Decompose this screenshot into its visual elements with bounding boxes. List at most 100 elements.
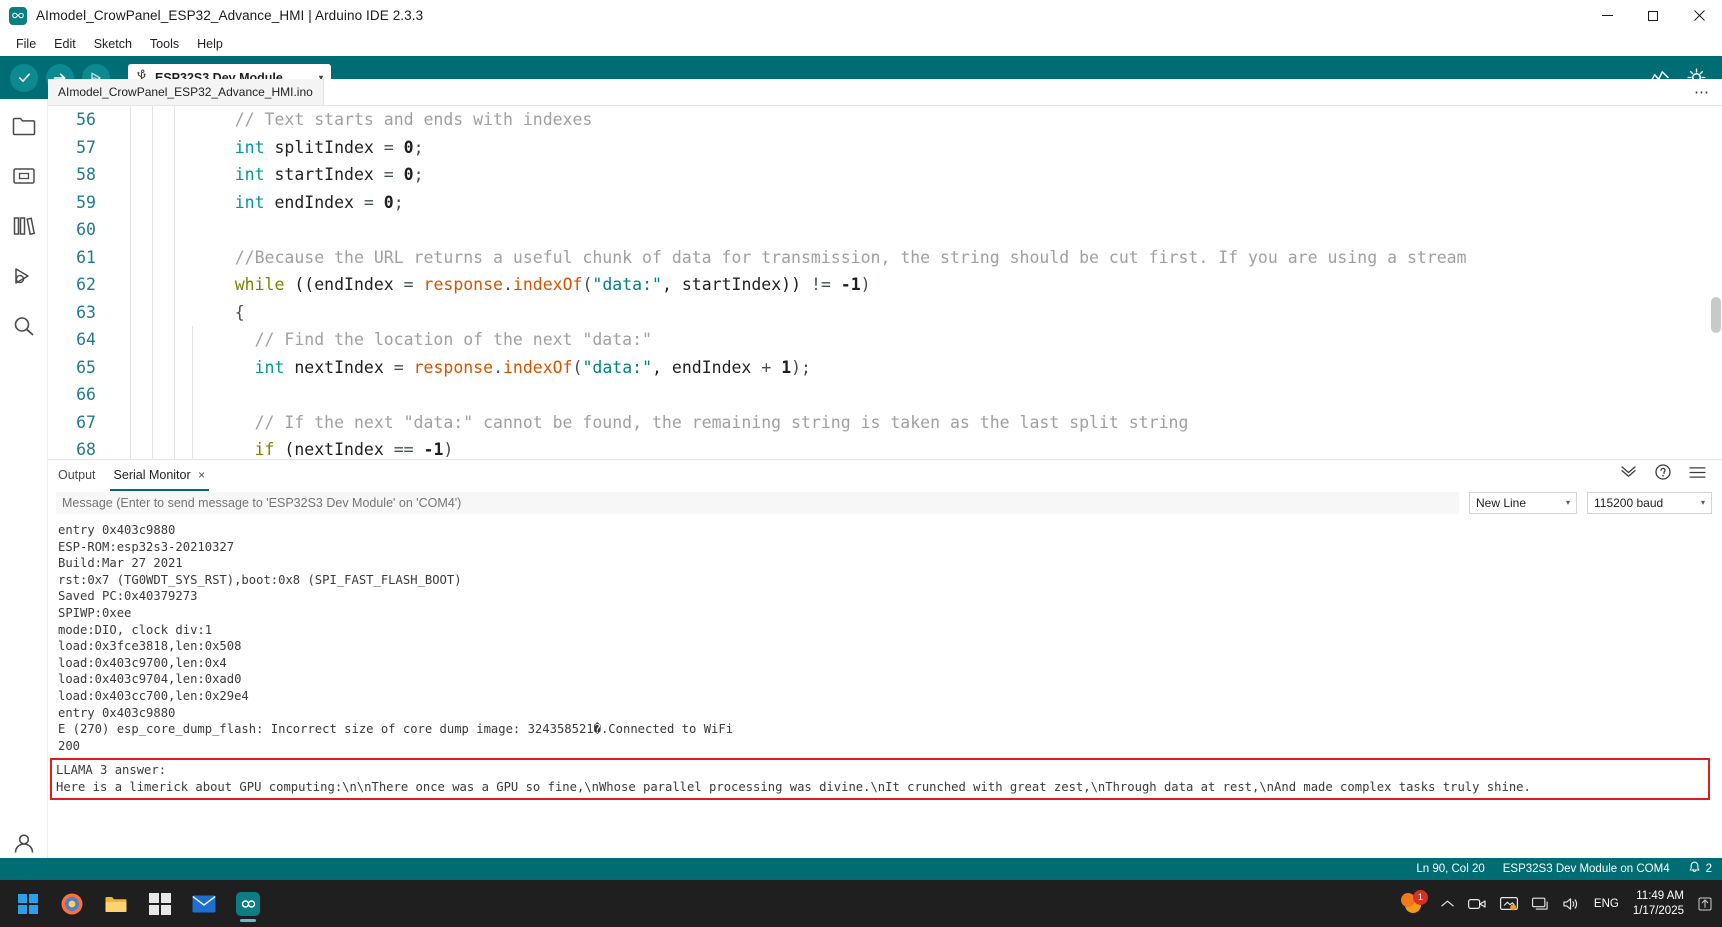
code-line[interactable]: 62 while ((endIndex = response.indexOf("… [48,271,1722,299]
chevron-down-icon: ▾ [1566,498,1570,507]
ide-status-bar: Ln 90, Col 20 ESP32S3 Dev Module on COM4… [0,858,1722,880]
line-number: 63 [48,299,110,327]
onedrive-icon[interactable] [1500,896,1518,911]
network-icon[interactable] [1532,897,1549,911]
indent-guides [110,354,195,382]
menu-item-edit[interactable]: Edit [46,34,84,54]
collapse-chevrons-icon[interactable] [1620,466,1637,484]
indent-guides [110,244,195,272]
volume-icon[interactable] [1563,897,1580,911]
console-line: load:0x403c9704,len:0xad0 [58,671,1722,688]
code-line[interactable]: 66 [48,381,1722,409]
arduino-icon [9,7,27,25]
mail-icon[interactable] [184,884,224,924]
line-number: 68 [48,436,110,459]
console-line: SPIWP:0xee [58,605,1722,622]
serial-console-output[interactable]: entry 0x403c9880ESP-ROM:esp32s3-20210327… [48,518,1722,880]
console-line: entry 0x403c9880 [58,522,1722,539]
notifications-status[interactable]: 2 [1688,861,1712,877]
help-icon[interactable] [1655,464,1671,485]
tray-notification-icon[interactable]: 1 [1401,891,1427,917]
indent-guides [110,161,195,189]
console-line: 200 [58,738,1722,755]
camera-icon[interactable] [1468,897,1486,911]
console-line: load:0x403c9700,len:0x4 [58,655,1722,672]
show-desktop-icon[interactable] [1698,897,1712,911]
board-port-status: ESP32S3 Dev Module on COM4 [1503,863,1670,875]
maximize-button[interactable] [1630,0,1676,31]
editor-tab-sketch[interactable]: AImodel_CrowPanel_ESP32_Advance_HMI.ino [48,79,324,105]
line-number: 59 [48,189,110,217]
window-title: AImodel_CrowPanel_ESP32_Advance_HMI | Ar… [36,8,423,23]
code-line[interactable]: 64 // Find the location of the next "dat… [48,326,1722,354]
line-number: 61 [48,244,110,272]
menu-item-sketch[interactable]: Sketch [86,34,140,54]
line-ending-select[interactable]: New Line ▾ [1469,492,1577,514]
chevron-up-icon[interactable] [1441,899,1454,908]
indent-guides [110,134,195,162]
start-button[interactable] [8,884,48,924]
library-manager-icon[interactable] [9,211,39,241]
console-line: Saved PC:0x40379273 [58,588,1722,605]
line-number: 62 [48,271,110,299]
code-line-text: int endIndex = 0; [195,189,404,217]
console-line: load:0x403cc700,len:0x29e4 [58,688,1722,705]
console-line: entry 0x403c9880 [58,705,1722,722]
line-number: 57 [48,134,110,162]
code-line[interactable]: 56 // Text starts and ends with indexes [48,106,1722,134]
arduino-ide-taskbar-icon[interactable] [228,884,268,924]
code-line[interactable]: 60 [48,216,1722,244]
microsoft-store-icon[interactable] [140,884,180,924]
code-line[interactable]: 67 // If the next "data:" cannot be foun… [48,409,1722,437]
code-line[interactable]: 68 if (nextIndex == -1) [48,436,1722,459]
console-line: LLAMA 3 answer: [56,762,1704,779]
indent-guides [110,299,195,327]
taskbar-clock[interactable]: 11:49 AM 1/17/2025 [1633,889,1684,919]
editor-more-icon[interactable]: ⋯ [1682,79,1722,105]
tab-serial-monitor[interactable]: Serial Monitor × [112,466,208,484]
console-line: E (270) esp_core_dump_flash: Incorrect s… [58,721,1722,738]
editor-scrollbar[interactable] [1710,106,1722,459]
close-icon[interactable]: × [198,468,205,482]
llama-answer-highlight: LLAMA 3 answer:Here is a limerick about … [50,758,1710,799]
code-line[interactable]: 59 int endIndex = 0; [48,189,1722,217]
account-icon[interactable] [9,828,39,858]
editor-scrollbar-thumb[interactable] [1711,297,1721,333]
code-line[interactable]: 65 int nextIndex = response.indexOf("dat… [48,354,1722,382]
debug-panel-icon[interactable] [9,261,39,291]
title-bar: AImodel_CrowPanel_ESP32_Advance_HMI | Ar… [0,0,1722,31]
sketchbook-icon[interactable] [9,111,39,141]
menu-item-help[interactable]: Help [189,34,231,54]
panel-actions [1620,464,1722,485]
firefox-icon[interactable] [52,884,92,924]
code-line[interactable]: 57 int splitIndex = 0; [48,134,1722,162]
close-button[interactable] [1676,0,1722,31]
search-icon[interactable] [9,311,39,341]
windows-taskbar: 1 ENG 11:49 AM 1/17/2025 [0,880,1722,927]
code-line[interactable]: 63 { [48,299,1722,327]
code-line[interactable]: 58 int startIndex = 0; [48,161,1722,189]
activity-bar [0,99,48,880]
code-line-text: while ((endIndex = response.indexOf("dat… [195,271,871,299]
baud-rate-select[interactable]: 115200 baud ▾ [1587,492,1712,514]
code-line-text: { [195,299,245,327]
bottom-panel: Output Serial Monitor × New L [48,459,1722,880]
code-line-text: // Text starts and ends with indexes [195,106,592,134]
code-line[interactable]: 61 //Because the URL returns a useful ch… [48,244,1722,272]
code-line-text: int startIndex = 0; [195,161,424,189]
tab-output[interactable]: Output [56,466,98,484]
minimize-button[interactable] [1584,0,1630,31]
language-indicator[interactable]: ENG [1594,898,1619,910]
verify-button[interactable] [10,64,38,92]
file-explorer-icon[interactable] [96,884,136,924]
panel-tabstrip: Output Serial Monitor × [48,460,1722,489]
line-number: 58 [48,161,110,189]
menu-item-file[interactable]: File [8,34,44,54]
tab-output-label: Output [58,468,96,482]
code-editor[interactable]: 56 // Text starts and ends with indexes5… [48,106,1722,459]
panel-menu-icon[interactable] [1689,466,1706,484]
serial-message-input[interactable] [56,492,1459,514]
menu-item-tools[interactable]: Tools [142,34,187,54]
boards-manager-icon[interactable] [9,161,39,191]
clock-time: 11:49 AM [1633,889,1684,904]
